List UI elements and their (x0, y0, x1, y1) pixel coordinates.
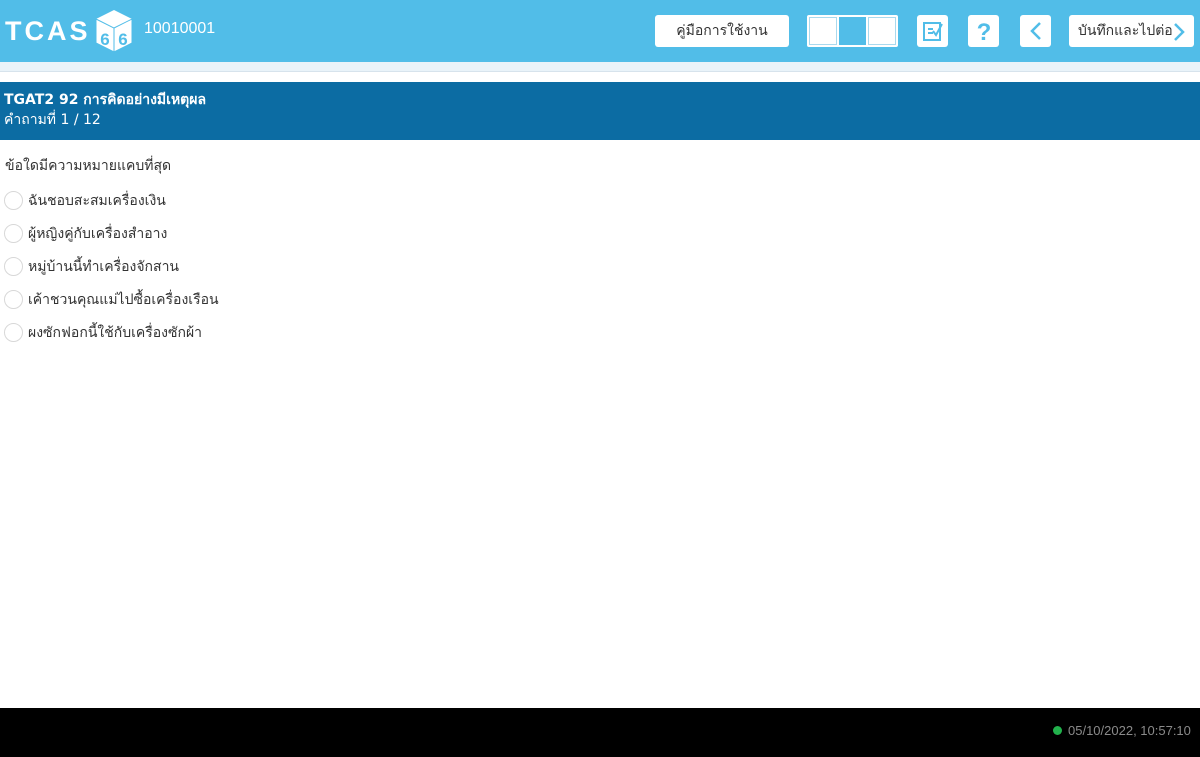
choice-radio[interactable] (4, 323, 23, 342)
layout-option-3[interactable] (868, 17, 897, 45)
logo-text: TCAS (5, 15, 91, 46)
review-answers-button[interactable] (917, 15, 948, 47)
choice-radio[interactable] (4, 257, 23, 276)
logo-digit-left: 6 (100, 30, 109, 49)
checklist-icon (922, 22, 943, 41)
top-bar: TCAS 6 6 10010001 คู่มือการใช้งาน ? บันท… (0, 0, 1200, 62)
status-bar: 05/10/2022, 10:57:10 (0, 708, 1200, 757)
choice-radio[interactable] (4, 224, 23, 243)
layout-option-2[interactable] (838, 17, 867, 45)
choice-5[interactable]: ผงซักฟอกนี้ใช้กับเครื่องซักผ้า (4, 316, 219, 349)
exam-id: 10010001 (144, 20, 216, 37)
svg-text:?: ? (976, 19, 991, 43)
previous-question-button[interactable] (1020, 15, 1051, 47)
help-button[interactable]: ? (968, 15, 999, 47)
manual-button[interactable]: คู่มือการใช้งาน (655, 15, 789, 47)
tcas-logo: TCAS 6 6 (5, 9, 133, 53)
help-icon: ? (976, 19, 991, 43)
choice-3[interactable]: หมู่บ้านนี้ทำเครื่องจักสาน (4, 250, 219, 283)
header-divider (0, 62, 1200, 72)
chevron-right-icon (1174, 23, 1185, 41)
subject-bar: TGAT2 92 การคิดอย่างมีเหตุผล คำถามที่ 1 … (0, 82, 1200, 140)
logo-digit-right: 6 (118, 30, 127, 49)
choice-label: ฉันชอบสะสมเครื่องเงิน (28, 192, 166, 209)
choice-label: เค้าชวนคุณแม่ไปซื้อเครื่องเรือน (28, 291, 219, 308)
save-and-next-label: บันทึกและไปต่อ (1078, 23, 1173, 39)
subject-title: TGAT2 92 การคิดอย่างมีเหตุผล (4, 92, 207, 108)
choice-label: ผงซักฟอกนี้ใช้กับเครื่องซักผ้า (28, 324, 203, 341)
save-and-next-button[interactable]: บันทึกและไปต่อ (1069, 15, 1194, 47)
status-datetime: 05/10/2022, 10:57:10 (1068, 723, 1191, 738)
layout-option-1[interactable] (809, 17, 837, 45)
cube-logo-icon: 6 6 (95, 10, 132, 53)
question-counter: คำถามที่ 1 / 12 (4, 112, 101, 128)
question-text: ข้อใดมีความหมายแคบที่สุด (5, 158, 172, 174)
choice-radio[interactable] (4, 191, 23, 210)
choice-4[interactable]: เค้าชวนคุณแม่ไปซื้อเครื่องเรือน (4, 283, 219, 316)
manual-button-label: คู่มือการใช้งาน (676, 23, 768, 39)
choice-label: หมู่บ้านนี้ทำเครื่องจักสาน (28, 258, 180, 275)
answer-choices: ฉันชอบสะสมเครื่องเงิน ผู้หญิงคู่กับเครื่… (4, 184, 219, 349)
choice-1[interactable]: ฉันชอบสะสมเครื่องเงิน (4, 184, 219, 217)
choice-2[interactable]: ผู้หญิงคู่กับเครื่องสำอาง (4, 217, 219, 250)
choice-radio[interactable] (4, 290, 23, 309)
choice-label: ผู้หญิงคู่กับเครื่องสำอาง (28, 225, 168, 242)
connection-status-icon (1053, 726, 1062, 735)
layout-selector (807, 15, 898, 47)
back-icon (1029, 22, 1041, 40)
